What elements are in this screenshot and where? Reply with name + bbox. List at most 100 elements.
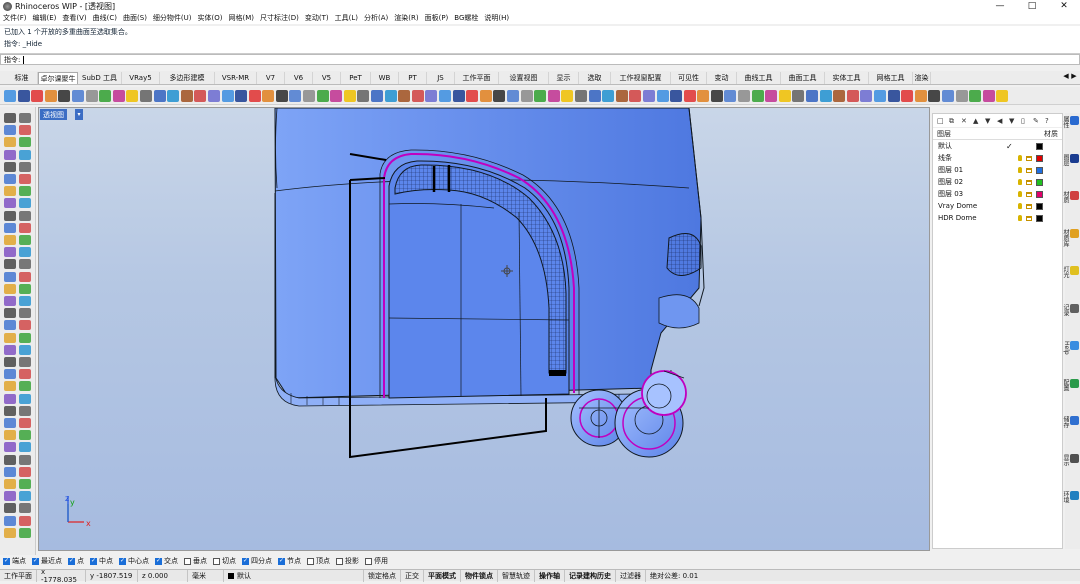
tool-button-icon[interactable] xyxy=(180,89,193,102)
status-plane[interactable]: 工作平面 xyxy=(0,569,37,582)
status-toggle[interactable]: 物件锁点 xyxy=(461,569,498,582)
tool-button-icon[interactable] xyxy=(4,210,16,221)
tool-button-icon[interactable] xyxy=(19,235,31,245)
tool-button-icon[interactable] xyxy=(207,89,220,102)
tool-button-icon[interactable] xyxy=(19,198,31,209)
tool-button-icon[interactable] xyxy=(248,89,261,102)
tool-button-icon[interactable] xyxy=(656,89,669,102)
checkbox[interactable]: ✓ xyxy=(90,557,97,565)
tool-button-icon[interactable] xyxy=(887,89,900,102)
tool-button-icon[interactable] xyxy=(19,161,31,172)
tool-button-icon[interactable] xyxy=(4,491,16,502)
lock-icon[interactable] xyxy=(1026,203,1032,209)
status-toggle[interactable]: 记录建构历史 xyxy=(565,569,616,582)
toolbar-tab[interactable]: 网格工具 xyxy=(869,72,913,84)
toolbar-tab[interactable]: PT xyxy=(399,72,427,84)
tool-button-icon[interactable] xyxy=(819,89,832,102)
tool-button-icon[interactable] xyxy=(19,491,31,502)
layer-color-swatch[interactable] xyxy=(1036,202,1043,210)
menu-view[interactable]: 查看(V) xyxy=(62,13,86,23)
layer-row[interactable]: 线条 xyxy=(933,152,1062,164)
tool-button-icon[interactable] xyxy=(765,89,778,102)
tool-button-icon[interactable] xyxy=(289,89,302,102)
visibility-bulb-icon[interactable] xyxy=(1018,215,1022,221)
menu-subd[interactable]: 细分物件(U) xyxy=(153,13,192,23)
tool-button-icon[interactable] xyxy=(19,332,31,343)
tool-button-icon[interactable] xyxy=(19,149,31,160)
layer-color-swatch[interactable] xyxy=(1036,154,1043,162)
perspective-viewport[interactable]: x y z 透视图 ▾ xyxy=(38,107,930,551)
toolbar-tab[interactable]: 选取 xyxy=(579,72,611,84)
toolbar-tab[interactable]: 曲面工具 xyxy=(781,72,825,84)
toolbar-tab[interactable]: 标准 xyxy=(6,72,38,84)
toolbar-tab[interactable]: JS xyxy=(427,72,455,84)
tool-button-icon[interactable] xyxy=(85,89,98,102)
status-units[interactable]: 毫米 xyxy=(188,569,224,582)
checkbox[interactable] xyxy=(213,557,220,565)
toolbar-tab[interactable]: 多边形建模 xyxy=(160,72,215,84)
move-down-icon[interactable]: ▼ xyxy=(985,117,993,125)
tool-button-icon[interactable] xyxy=(506,89,519,102)
checkbox[interactable]: ✓ xyxy=(32,557,39,565)
osnap-option[interactable]: 停用 xyxy=(365,556,388,566)
new-sublayer-icon[interactable]: ⧉ xyxy=(949,117,957,125)
lock-icon[interactable] xyxy=(1026,167,1032,173)
tool-button-icon[interactable] xyxy=(4,454,16,465)
tool-button-icon[interactable] xyxy=(19,369,31,380)
menu-solid[interactable]: 实体(O) xyxy=(198,13,223,23)
menu-mesh[interactable]: 网格(M) xyxy=(229,13,255,23)
osnap-option[interactable]: 投影 xyxy=(336,556,359,566)
settings-icon[interactable]: ▯ xyxy=(1021,117,1029,125)
tool-button-icon[interactable] xyxy=(425,89,438,102)
menu-bg-bolt[interactable]: BG螺栓 xyxy=(454,13,478,23)
tool-button-icon[interactable] xyxy=(642,89,655,102)
tool-button-icon[interactable] xyxy=(19,283,31,294)
layer-color-swatch[interactable] xyxy=(1036,190,1043,198)
tool-button-icon[interactable] xyxy=(4,430,16,441)
status-toggle[interactable]: 锁定格点 xyxy=(364,569,401,582)
tool-button-icon[interactable] xyxy=(19,174,31,184)
status-toggle[interactable]: 智慧轨迹 xyxy=(498,569,535,582)
status-layer[interactable]: 默认 xyxy=(224,569,364,582)
close-button[interactable]: ✕ xyxy=(1048,0,1080,12)
new-layer-icon[interactable]: □ xyxy=(937,117,945,125)
tool-button-icon[interactable] xyxy=(778,89,791,102)
tool-button-icon[interactable] xyxy=(126,89,139,102)
checkbox[interactable] xyxy=(365,557,372,565)
tool-button-icon[interactable] xyxy=(806,89,819,102)
tool-button-icon[interactable] xyxy=(4,161,16,172)
side-tab[interactable]: 属性 xyxy=(1062,116,1079,128)
toolbar-tab[interactable]: 显示 xyxy=(549,72,579,84)
tool-button-icon[interactable] xyxy=(4,174,16,184)
tool-button-icon[interactable] xyxy=(846,89,859,102)
tool-button-icon[interactable] xyxy=(330,89,343,102)
tool-button-icon[interactable] xyxy=(4,198,16,209)
side-tab[interactable]: 储存 xyxy=(1062,416,1079,428)
tool-button-icon[interactable] xyxy=(4,405,16,416)
tool-button-icon[interactable] xyxy=(4,320,16,331)
checkbox[interactable]: ✓ xyxy=(242,557,249,565)
tool-button-icon[interactable] xyxy=(969,89,982,102)
tool-button-icon[interactable] xyxy=(4,369,16,380)
tool-button-icon[interactable] xyxy=(19,466,31,477)
tool-button-icon[interactable] xyxy=(19,113,31,123)
tool-button-icon[interactable] xyxy=(71,89,84,102)
layer-row[interactable]: Vray Dome xyxy=(933,200,1062,212)
visibility-bulb-icon[interactable] xyxy=(1018,155,1022,161)
side-tab[interactable]: 材质 xyxy=(1062,191,1079,203)
maximize-button[interactable]: □ xyxy=(1016,0,1048,12)
toolbar-tab[interactable]: VRay5 xyxy=(122,72,160,84)
tab-scroll-right-icon[interactable]: ▶ xyxy=(1070,72,1078,80)
visibility-bulb-icon[interactable] xyxy=(1018,191,1022,197)
menu-analyze[interactable]: 分析(A) xyxy=(364,13,388,23)
side-tab[interactable]: 显示 xyxy=(1062,453,1079,466)
status-toggle[interactable]: 平面模式 xyxy=(424,569,461,582)
tool-button-icon[interactable] xyxy=(19,527,31,538)
tool-button-icon[interactable] xyxy=(17,89,30,102)
layer-color-swatch[interactable] xyxy=(1036,166,1043,174)
toolbar-tab[interactable]: 曲线工具 xyxy=(737,72,781,84)
tool-button-icon[interactable] xyxy=(19,454,31,465)
toolbar-tab[interactable]: 可见性 xyxy=(671,72,707,84)
checkbox[interactable]: ✓ xyxy=(278,557,285,565)
tool-button-icon[interactable] xyxy=(860,89,873,102)
